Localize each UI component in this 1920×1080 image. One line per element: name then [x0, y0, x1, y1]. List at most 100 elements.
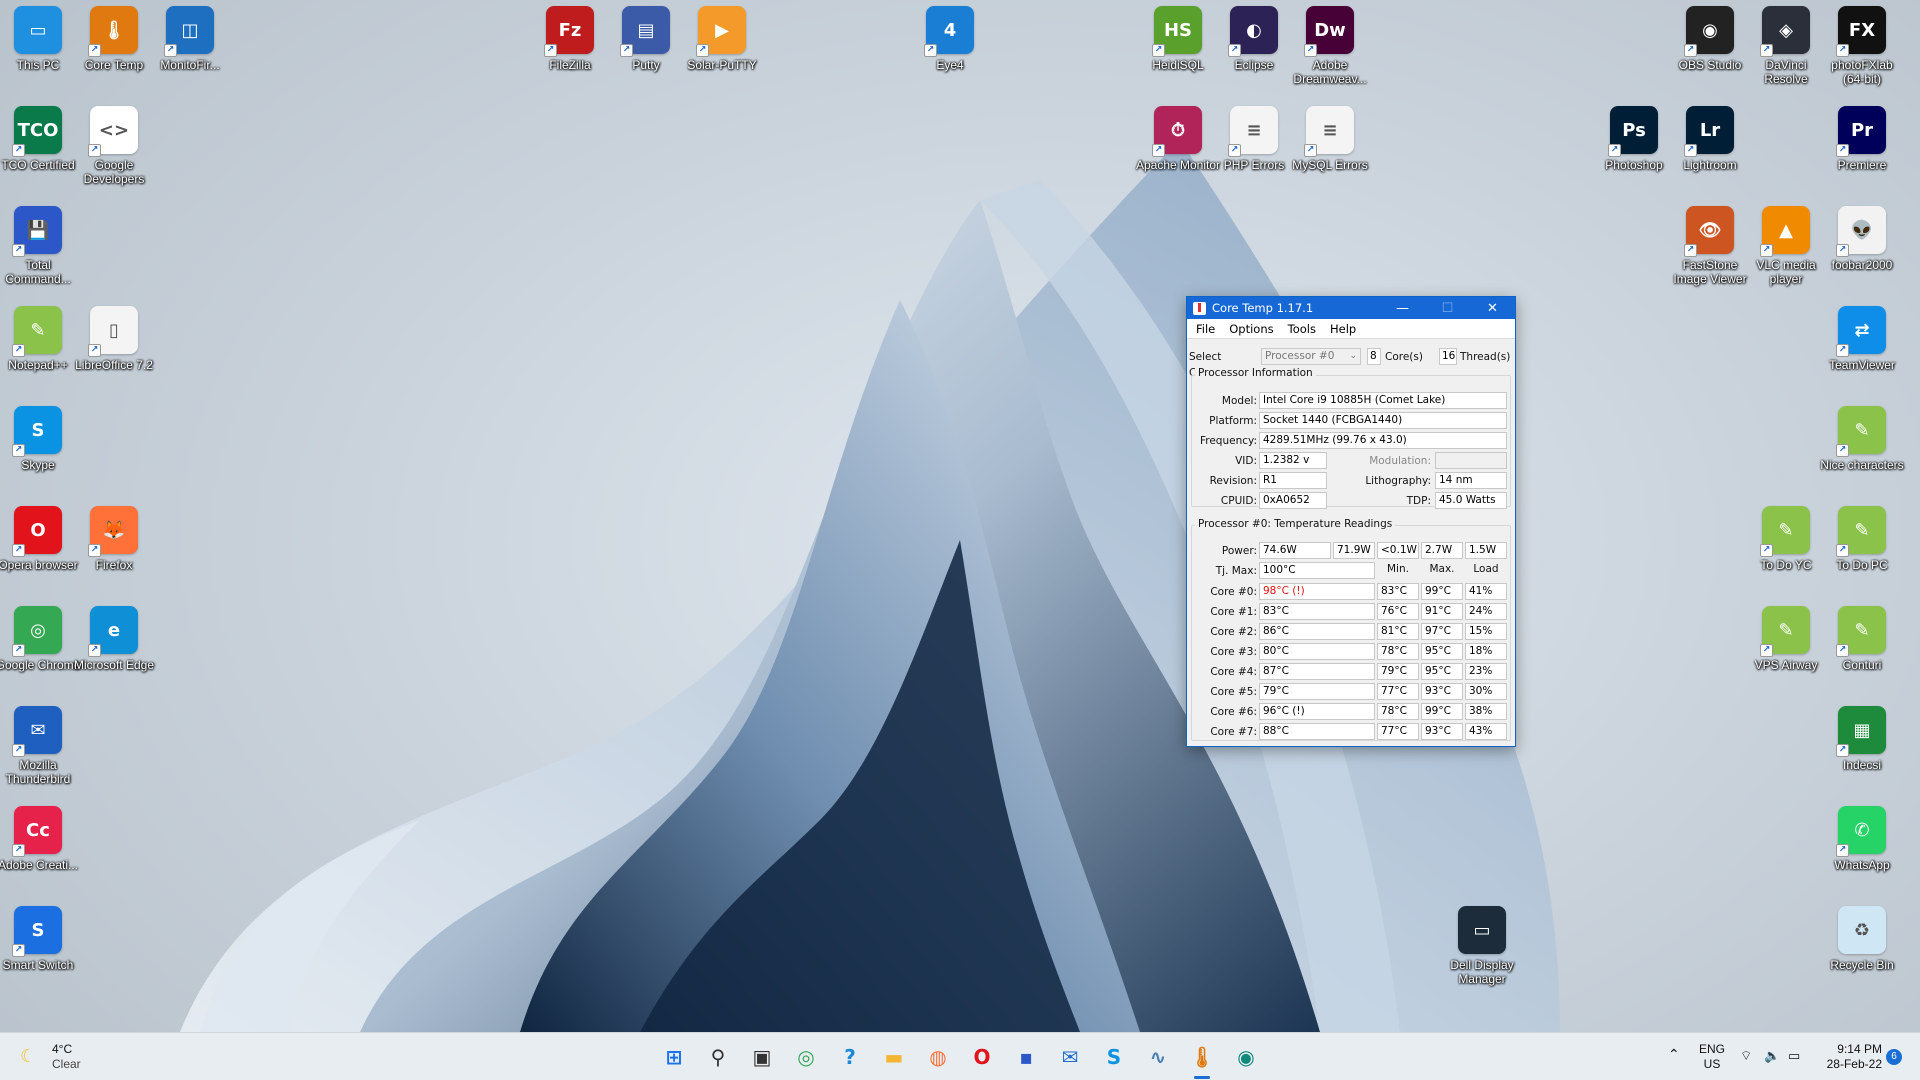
taskbar-task-view-icon[interactable]: ▣ [746, 1041, 778, 1073]
desktop-icon-label: PHP Errors [1223, 158, 1285, 172]
language-indicator[interactable]: ENG US [1694, 1042, 1730, 1072]
desktop-icon-to-do-yc[interactable]: ✎ ↗ To Do YC [1748, 506, 1824, 572]
shortcut-arrow-icon: ↗ [12, 944, 25, 957]
taskbar-globe-app-icon[interactable]: ◉ [1230, 1041, 1262, 1073]
desktop-icon-photoshop[interactable]: Ps ↗ Photoshop [1596, 106, 1672, 172]
apache-icon: ⏱ ↗ [1152, 106, 1202, 157]
taskbar-total-commander-icon[interactable]: ▪ [1010, 1041, 1042, 1073]
core-temp-window[interactable]: Core Temp 1.17.1 — ☐ ✕ File Options Tool… [1186, 296, 1516, 747]
desktop-icon-putty[interactable]: ▤ ↗ Putty [608, 6, 684, 72]
desktop-icon-label: Apache Monitor [1135, 158, 1221, 172]
desktop-icon-monitorfire[interactable]: ◫ ↗ MonitoFir... [152, 6, 228, 72]
taskbar-search-icon[interactable]: ⚲ [702, 1041, 734, 1073]
desktop-icon-core-temp[interactable]: 🌡 ↗ Core Temp [76, 6, 152, 72]
desktop-icon-obs[interactable]: ◉ ↗ OBS Studio [1672, 6, 1748, 72]
desktop-icon-thunderbird[interactable]: ✉ ↗ Mozilla Thunderbird [0, 706, 76, 786]
desktop-icon-firefox[interactable]: 🦊 ↗ Firefox [76, 506, 152, 572]
desktop-icon-dell-display[interactable]: ▭ Dell Display Manager [1444, 906, 1520, 986]
desktop-icon-label: Google Chrome [0, 658, 81, 672]
battery-icon[interactable]: ▭ [1788, 1048, 1800, 1063]
desktop-icon-eye4[interactable]: 4 ↗ Eye4 [912, 6, 988, 72]
desktop-icon-davinci[interactable]: ◈ ↗ DaVinci Resolve [1748, 6, 1824, 86]
taskbar-start-icon[interactable]: ⊞ [658, 1041, 690, 1073]
desktop-icon-to-do-pc[interactable]: ✎ ↗ To Do PC [1824, 506, 1900, 572]
shortcut-arrow-icon: ↗ [1836, 244, 1849, 257]
desktop-icon-vps-airway[interactable]: ✎ ↗ VPS Airway [1748, 606, 1824, 672]
maximize-button[interactable]: ☐ [1425, 297, 1470, 319]
volume-icon[interactable]: 🔈 [1764, 1048, 1780, 1063]
taskbar-opera-icon[interactable]: O [966, 1041, 998, 1073]
filezilla-icon: Fz ↗ [544, 6, 594, 57]
desktop-icon-adobe-cc[interactable]: Cc ↗ Adobe Creati... [0, 806, 78, 872]
desktop-icon-label: Putty [632, 58, 660, 72]
taskbar-firefox-icon[interactable]: ◍ [922, 1041, 954, 1073]
desktop-icon-tco[interactable]: TCO ↗ TCO Certified [0, 106, 76, 172]
shortcut-arrow-icon: ↗ [1228, 44, 1241, 57]
desktop-icon-eclipse[interactable]: ◐ ↗ Eclipse [1216, 6, 1292, 72]
language-code: ENG [1698, 1042, 1725, 1056]
clock[interactable]: 9:14 PM 28-Feb-22 [1812, 1042, 1882, 1072]
core-label: Core #7: [1210, 726, 1257, 738]
shortcut-arrow-icon: ↗ [1228, 144, 1241, 157]
desktop-icon-label: Eye4 [936, 58, 964, 72]
title-bar[interactable]: Core Temp 1.17.1 — ☐ ✕ [1187, 297, 1515, 319]
desktop-icon-foobar[interactable]: 👽 ↗ foobar2000 [1824, 206, 1900, 272]
close-button[interactable]: ✕ [1470, 297, 1515, 319]
desktop-icon-teamviewer[interactable]: ⇄ ↗ TeamViewer [1824, 306, 1900, 372]
solar-putty-icon: ▶ ↗ [696, 6, 746, 57]
shortcut-arrow-icon: ↗ [1760, 644, 1773, 657]
desktop-icon-php-errors[interactable]: ≡ ↗ PHP Errors [1216, 106, 1292, 172]
core-label: Core #2: [1210, 626, 1257, 638]
desktop-icon-edge[interactable]: e ↗ Microsoft Edge [74, 606, 154, 672]
desktop-icon-indecsi[interactable]: ▦ ↗ Indecsi [1824, 706, 1900, 772]
weather-widget[interactable]: ☾ 4°C Clear [14, 1041, 104, 1073]
desktop-icon-heidisql[interactable]: HS ↗ HeidiSQL [1140, 6, 1216, 72]
desktop-icon-mysql-errors[interactable]: ≡ ↗ MySQL Errors [1292, 106, 1368, 172]
desktop-icon-whatsapp[interactable]: ✆ ↗ WhatsApp [1824, 806, 1900, 872]
desktop-icon-premiere[interactable]: Pr ↗ Premiere [1824, 106, 1900, 172]
taskbar-core-temp-icon[interactable]: 🌡 [1186, 1041, 1218, 1073]
taskbar-mail-icon[interactable]: ✉ [1054, 1041, 1086, 1073]
desktop-icon-lightroom[interactable]: Lr ↗ Lightroom [1672, 106, 1748, 172]
desktop-icon-faststone[interactable]: 👁 ↗ FastStone Image Viewer [1672, 206, 1748, 286]
notification-badge[interactable]: 6 [1886, 1049, 1902, 1065]
desktop-icon-notepadpp[interactable]: ✎ ↗ Notepad++ [0, 306, 76, 372]
total-commander-icon: 💾 ↗ [12, 206, 62, 257]
desktop-icon-filezilla[interactable]: Fz ↗ FileZilla [532, 6, 608, 72]
desktop-icon-this-pc[interactable]: ▭ This PC [0, 6, 76, 72]
menu-help[interactable]: Help [1323, 322, 1363, 336]
desktop-icon-recycle-bin[interactable]: ♻ Recycle Bin [1824, 906, 1900, 972]
taskbar-help-icon[interactable]: ? [834, 1041, 866, 1073]
taskbar-skype-icon[interactable]: S [1098, 1041, 1130, 1073]
desktop-icon-solar-putty[interactable]: ▶ ↗ Solar-PuTTY [684, 6, 760, 72]
taskbar-file-explorer-icon[interactable]: ▬ [878, 1041, 910, 1073]
desktop-icon-google-dev[interactable]: <> ↗ Google Developers [76, 106, 152, 186]
desktop-icon-nice-characters[interactable]: ✎ ↗ Nice characters [1820, 406, 1904, 472]
processor-select[interactable]: Processor #0 ⌄ [1261, 348, 1361, 365]
menu-file[interactable]: File [1189, 322, 1222, 336]
desktop-icon-label: Dell Display Manager [1450, 958, 1514, 986]
taskbar-chrome-icon[interactable]: ◎ [790, 1041, 822, 1073]
desktop-icon-smart-switch[interactable]: S ↗ Smart Switch [0, 906, 76, 972]
desktop-icon-label: To Do YC [1760, 558, 1812, 572]
minimize-button[interactable]: — [1380, 297, 1425, 319]
desktop-icon-dreamweaver[interactable]: Dw ↗ Adobe Dreamweav... [1292, 6, 1368, 86]
chevron-up-icon[interactable]: ⌃ [1668, 1047, 1680, 1062]
menu-tools[interactable]: Tools [1281, 322, 1323, 336]
desktop-icon-conturi[interactable]: ✎ ↗ Conturi [1824, 606, 1900, 672]
desktop-icon-libreoffice[interactable]: ▯ ↗ LibreOffice 7.2 [75, 306, 153, 372]
wifi-icon[interactable]: ⌔ [1740, 1048, 1752, 1063]
desktop-icon-total-commander[interactable]: 💾 ↗ Total Command... [0, 206, 76, 286]
desktop-icon-chrome[interactable]: ◎ ↗ Google Chrome [0, 606, 80, 672]
teamviewer-icon: ⇄ ↗ [1836, 306, 1886, 357]
desktop-icon-opera[interactable]: O ↗ Opera browser [0, 506, 78, 572]
eye4-icon: 4 ↗ [924, 6, 974, 57]
desktop-icon-photofxlab[interactable]: FX ↗ photoFXlab (64-bit) [1824, 6, 1900, 86]
power-gpu: 1.5W [1465, 542, 1507, 559]
desktop-icon-skype[interactable]: S ↗ Skype [0, 406, 76, 472]
desktop-icon-apache[interactable]: ⏱ ↗ Apache Monitor [1136, 106, 1220, 172]
core-min-value: 76°C [1377, 603, 1419, 620]
taskbar-performance-icon[interactable]: ∿ [1142, 1041, 1174, 1073]
menu-options[interactable]: Options [1222, 322, 1280, 336]
desktop-icon-vlc[interactable]: ▲ ↗ VLC media player [1748, 206, 1824, 286]
